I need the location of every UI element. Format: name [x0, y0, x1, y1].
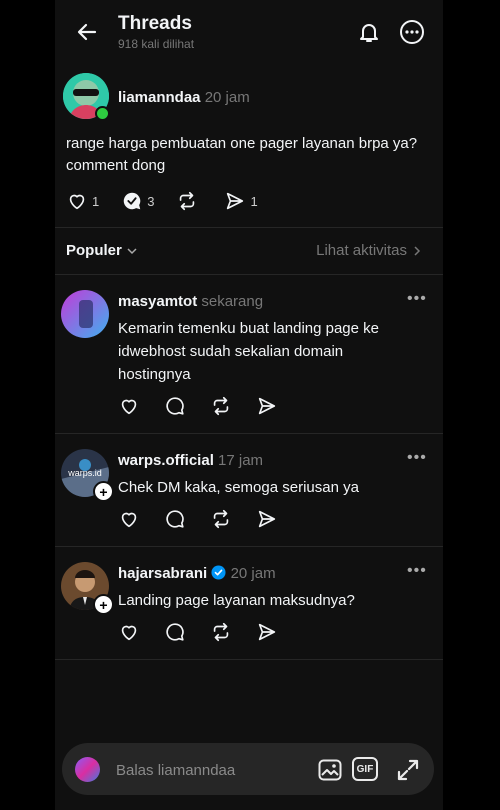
reply-username[interactable]: warps.official	[118, 452, 214, 469]
divider	[55, 659, 443, 660]
share-count: 1	[250, 193, 258, 209]
send-icon	[227, 192, 244, 210]
reply-count: 3	[147, 193, 155, 209]
comment-icon	[123, 192, 141, 210]
author-line: liamanndaa 20 jam	[118, 89, 250, 106]
reply-composer: GIF	[62, 743, 434, 795]
post-text: range harga pembuatan one pager layanan …	[66, 135, 418, 174]
reply-time: 20 jam	[230, 565, 276, 582]
comment-icon[interactable]	[164, 395, 186, 417]
back-arrow-icon[interactable]	[75, 20, 99, 44]
reply-text: Landing page layanan maksudnya?	[118, 592, 355, 609]
chevron-right-icon	[414, 245, 421, 256]
author-username[interactable]: liamanndaa	[118, 89, 201, 106]
share-button[interactable]: 1	[224, 190, 258, 212]
divider	[55, 227, 443, 228]
expand-icon[interactable]	[395, 757, 421, 783]
verified-badge-icon	[211, 565, 226, 580]
gif-button[interactable]: GIF	[352, 757, 378, 781]
reply-username-line: warps.official 17 jam	[118, 452, 263, 469]
image-icon[interactable]	[317, 757, 343, 783]
heart-icon	[69, 194, 85, 210]
heart-icon[interactable]	[118, 621, 140, 643]
post-time: 20 jam	[204, 89, 250, 106]
comment-icon[interactable]	[164, 508, 186, 530]
view-count: 918 kali dilihat	[118, 37, 195, 51]
more-options-icon[interactable]	[399, 19, 425, 45]
reply-item: warps.id + warps.official 17 jam ••• Che…	[55, 449, 443, 539]
reply-count-button[interactable]: 3	[121, 190, 154, 212]
reply-actions	[118, 621, 302, 643]
bell-icon[interactable]	[357, 20, 381, 44]
reply-username[interactable]: hajarsabrani	[118, 565, 207, 582]
reply-more-icon[interactable]: •••	[407, 290, 427, 308]
reply-avatar[interactable]	[61, 290, 109, 338]
reply-actions	[118, 508, 302, 530]
send-icon[interactable]	[256, 395, 278, 417]
thread-screen: Threads 918 kali dilihat liamanndaa 20 j…	[55, 0, 443, 810]
reply-more-icon[interactable]: •••	[407, 449, 427, 467]
reply-username-line: masyamtot sekarang	[118, 293, 263, 310]
top-bar: Threads 918 kali dilihat	[55, 0, 443, 58]
repost-icon	[180, 191, 195, 211]
composer-avatar	[75, 757, 100, 782]
follow-plus-icon[interactable]: +	[93, 481, 114, 502]
like-button[interactable]: 1	[66, 190, 99, 212]
comment-icon[interactable]	[164, 621, 186, 643]
view-activity-link[interactable]: Lihat aktivitas	[316, 242, 423, 259]
post-actions: 1 3 1	[66, 190, 280, 212]
repost-button[interactable]	[176, 190, 202, 212]
send-icon[interactable]	[256, 508, 278, 530]
reply-username[interactable]: masyamtot	[118, 293, 197, 310]
chevron-down-icon	[127, 247, 137, 254]
follow-plus-icon[interactable]: +	[93, 594, 114, 615]
divider	[55, 546, 443, 547]
heart-icon[interactable]	[118, 508, 140, 530]
reply-input[interactable]	[114, 759, 308, 781]
reply-more-icon[interactable]: •••	[407, 562, 427, 580]
reply-time: sekarang	[201, 293, 264, 310]
repost-icon[interactable]	[210, 395, 232, 417]
reply-text: Kemarin temenku buat landing page ke idw…	[118, 320, 380, 383]
reply-actions	[118, 395, 302, 417]
reply-item: + hajarsabrani 20 jam ••• Landing page l…	[55, 562, 443, 652]
repost-icon[interactable]	[210, 508, 232, 530]
reply-item: masyamtot sekarang ••• Kemarin temenku b…	[55, 290, 443, 430]
heart-icon[interactable]	[118, 395, 140, 417]
repost-icon[interactable]	[210, 621, 232, 643]
reply-time: 17 jam	[218, 452, 264, 469]
sort-dropdown[interactable]: Populer	[66, 242, 138, 259]
activity-label: Lihat aktivitas	[316, 242, 407, 259]
reply-avatar-logo-text: warps.id	[67, 468, 102, 478]
reply-username-line: hajarsabrani 20 jam	[118, 565, 276, 582]
divider	[55, 274, 443, 275]
reply-text: Chek DM kaka, semoga seriusan ya	[118, 479, 359, 496]
divider	[55, 433, 443, 434]
like-count: 1	[92, 193, 100, 209]
page-title: Threads	[118, 13, 192, 34]
sort-label: Populer	[66, 242, 122, 259]
online-status-badge	[95, 106, 110, 121]
send-icon[interactable]	[256, 621, 278, 643]
